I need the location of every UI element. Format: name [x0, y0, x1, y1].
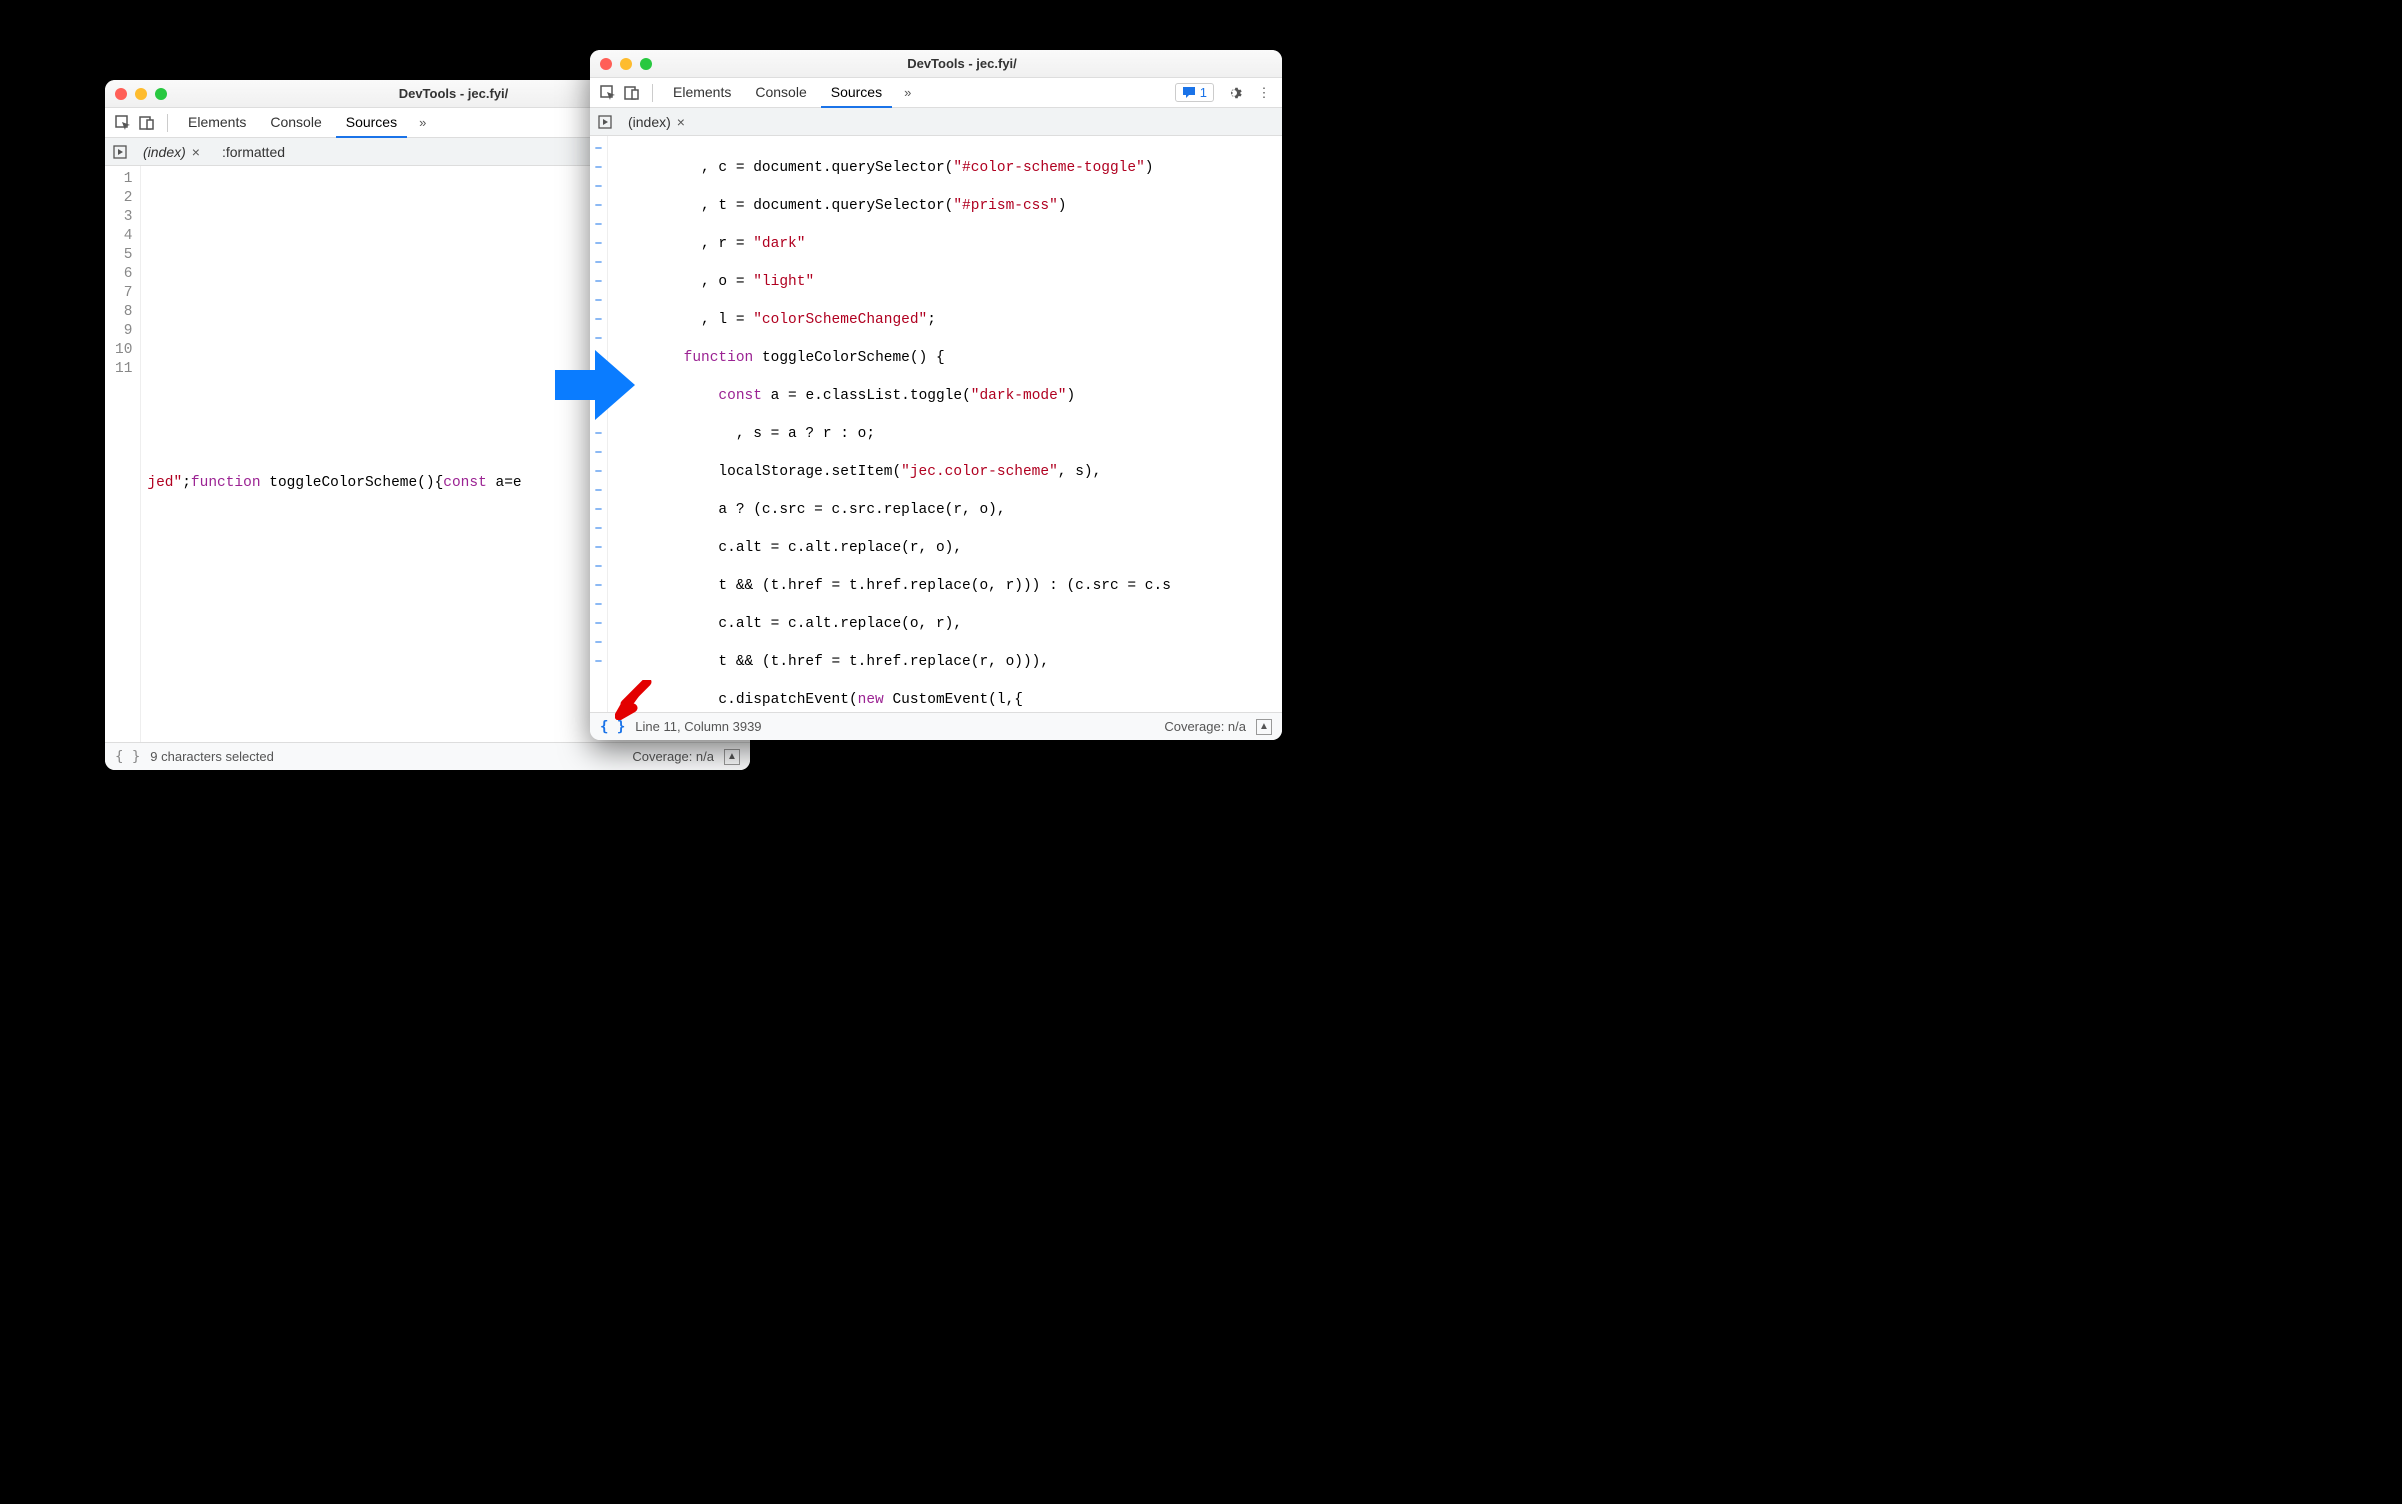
file-tab-index[interactable]: (index) × [620, 110, 693, 134]
file-tab-index[interactable]: (index) × [135, 140, 208, 164]
tab-elements[interactable]: Elements [178, 108, 256, 138]
close-window-button[interactable] [600, 58, 612, 70]
file-tabs: (index) × [590, 108, 1282, 136]
line-number-gutter: 1 2 3 4 5 6 7 8 9 10 11 [105, 166, 141, 742]
issues-button[interactable]: 1 [1175, 83, 1214, 102]
traffic-lights [115, 88, 167, 100]
file-tab-label: (index) [143, 144, 186, 160]
window-title: DevTools - jec.fyi/ [652, 56, 1272, 71]
tab-sources[interactable]: Sources [336, 108, 407, 138]
issues-count: 1 [1200, 85, 1207, 100]
pretty-print-button[interactable]: { } [115, 749, 140, 765]
more-tabs-button[interactable]: » [896, 79, 919, 106]
inspect-element-icon[interactable] [598, 83, 618, 103]
pretty-print-button[interactable]: { } [600, 719, 625, 735]
coverage-status: Coverage: n/a [1164, 719, 1246, 734]
separator [652, 84, 653, 102]
tab-console[interactable]: Console [745, 78, 816, 108]
minimize-window-button[interactable] [135, 88, 147, 100]
editor-footer: { } Line 11, Column 3939 Coverage: n/a ▲ [590, 712, 1282, 740]
cursor-position: Line 11, Column 3939 [635, 719, 761, 734]
tab-console[interactable]: Console [260, 108, 331, 138]
close-window-button[interactable] [115, 88, 127, 100]
separator [167, 114, 168, 132]
close-tab-icon[interactable]: × [677, 114, 685, 130]
selection-status: 9 characters selected [150, 749, 274, 764]
settings-icon[interactable] [1224, 83, 1244, 103]
close-tab-icon[interactable]: × [192, 144, 200, 160]
show-panel-button[interactable]: ▲ [1256, 719, 1272, 735]
tab-elements[interactable]: Elements [663, 78, 741, 108]
device-toolbar-icon[interactable] [622, 83, 642, 103]
maximize-window-button[interactable] [640, 58, 652, 70]
file-tab-formatted[interactable]: :formatted [214, 140, 293, 164]
show-panel-button[interactable]: ▲ [724, 749, 740, 765]
editor-footer: { } 9 characters selected Coverage: n/a … [105, 742, 750, 770]
device-toolbar-icon[interactable] [137, 113, 157, 133]
code-area[interactable]: , c = document.querySelector("#color-sch… [608, 136, 1282, 712]
file-tab-label: (index) [628, 114, 671, 130]
devtools-window-right: DevTools - jec.fyi/ Elements Console Sou… [590, 50, 1282, 740]
code-editor[interactable]: ––––– ––––– ––––– ––––– ––––– ––– , c = … [590, 136, 1282, 712]
coverage-status: Coverage: n/a [632, 749, 714, 764]
titlebar: DevTools - jec.fyi/ [590, 50, 1282, 78]
nav-icon[interactable] [596, 115, 614, 129]
maximize-window-button[interactable] [155, 88, 167, 100]
file-tab-label: :formatted [222, 144, 285, 160]
traffic-lights [600, 58, 652, 70]
tab-sources[interactable]: Sources [821, 78, 892, 108]
nav-icon[interactable] [111, 145, 129, 159]
kebab-menu-icon[interactable]: ⋮ [1254, 83, 1274, 103]
minimize-window-button[interactable] [620, 58, 632, 70]
fold-gutter: ––––– ––––– ––––– ––––– ––––– ––– [590, 136, 608, 712]
more-tabs-button[interactable]: » [411, 109, 434, 136]
chat-icon [1182, 86, 1196, 100]
main-toolbar: Elements Console Sources » 1 ⋮ [590, 78, 1282, 108]
inspect-element-icon[interactable] [113, 113, 133, 133]
